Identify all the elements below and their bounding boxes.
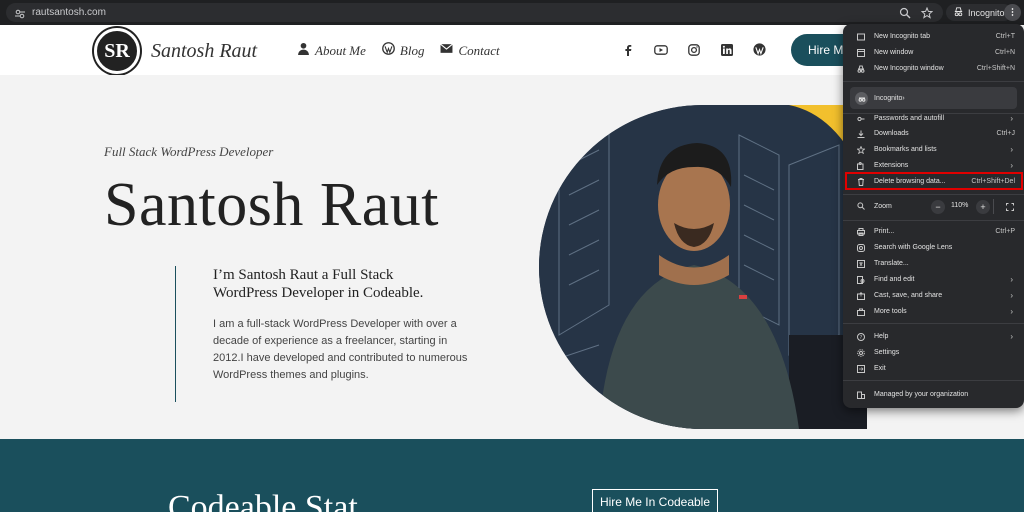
- download-icon: [857, 130, 865, 138]
- incognito-chip[interactable]: Incognito: [946, 4, 1012, 21]
- brand-name[interactable]: Santosh Raut: [151, 40, 257, 63]
- zoom-icon[interactable]: [899, 6, 911, 19]
- menu-settings[interactable]: Settings: [843, 345, 1024, 360]
- zoom-icon: [857, 201, 865, 212]
- menu-separator: [843, 220, 1024, 221]
- menu-extensions[interactable]: Extensions ›: [843, 158, 1024, 173]
- toolbox-icon: [857, 308, 865, 316]
- menu-exit[interactable]: Exit: [843, 361, 1024, 376]
- url-text: rautsantosh.com: [32, 7, 106, 18]
- menu-passwords[interactable]: Passwords and autofill ›: [843, 111, 1024, 126]
- menu-separator: [843, 81, 1024, 82]
- nav-blog[interactable]: Blog: [382, 42, 425, 59]
- menu-help[interactable]: ? Help ›: [843, 329, 1024, 344]
- share-icon: [857, 291, 865, 300]
- lens-icon: [857, 243, 865, 252]
- new-tab-icon: [857, 33, 865, 41]
- menu-cast-save-share[interactable]: Cast, save, and share ›: [843, 288, 1024, 303]
- incognito-label: Incognito: [968, 7, 1005, 18]
- user-icon: [297, 42, 310, 59]
- translate-icon: [857, 259, 865, 268]
- star-icon[interactable]: [920, 6, 934, 19]
- nav-contact[interactable]: Contact: [440, 42, 500, 59]
- zoom-out-button[interactable]: −: [931, 200, 945, 214]
- menu-new-window[interactable]: New window Ctrl+N: [843, 45, 1024, 60]
- chevron-right-icon: ›: [1010, 114, 1013, 123]
- kebab-icon: [1011, 4, 1014, 22]
- codeable-band: Codeable Stat Hire Me In Codeable: [0, 439, 1024, 512]
- menu-more-tools[interactable]: More tools ›: [843, 304, 1024, 319]
- envelope-icon: [440, 42, 454, 59]
- svg-text:?: ?: [860, 335, 863, 341]
- menu-new-incognito-window[interactable]: New Incognito window Ctrl+Shift+N: [843, 61, 1024, 76]
- wordpress-icon: [382, 42, 395, 59]
- incognito-window-icon: [857, 65, 865, 73]
- gear-icon: [857, 348, 865, 357]
- chevron-right-icon: ›: [1010, 145, 1013, 154]
- social-links: [620, 42, 767, 57]
- chevron-right-icon: ›: [1010, 275, 1013, 284]
- zoom-value: 110%: [951, 202, 969, 209]
- help-icon: ?: [857, 332, 865, 341]
- more-menu-button[interactable]: [1004, 4, 1021, 21]
- chevron-right-icon: ›: [1010, 332, 1013, 341]
- menu-bookmarks[interactable]: Bookmarks and lists ›: [843, 142, 1024, 157]
- hero-subtitle: Full Stack WordPress Developer: [104, 144, 274, 159]
- menu-separator: [843, 380, 1024, 381]
- browser-menu: New Incognito tab Ctrl+T New window Ctrl…: [843, 24, 1024, 408]
- chevron-right-icon: ›: [1010, 307, 1013, 316]
- menu-managed-by-org[interactable]: Managed by your organization: [843, 387, 1024, 402]
- key-icon: [857, 115, 865, 123]
- hero-description: I am a full-stack WordPress Developer wi…: [213, 318, 468, 381]
- highlight-box: [845, 172, 1023, 190]
- hero-title: Santosh Raut: [104, 171, 439, 239]
- browser-toolbar: rautsantosh.com Incognito: [0, 0, 1024, 25]
- menu-downloads[interactable]: Downloads Ctrl+J: [843, 126, 1024, 141]
- zoom-divider: [993, 199, 994, 214]
- profile-photo: [539, 105, 867, 429]
- menu-new-incognito-tab[interactable]: New Incognito tab Ctrl+T: [843, 29, 1024, 44]
- incognito-icon: [953, 6, 964, 19]
- menu-print[interactable]: Print... Ctrl+P: [843, 224, 1024, 239]
- printer-icon: [857, 227, 865, 236]
- menu-google-lens[interactable]: Search with Google Lens: [843, 240, 1024, 255]
- new-window-icon: [857, 48, 865, 57]
- fullscreen-icon[interactable]: [1003, 200, 1017, 214]
- chevron-right-icon: ›: [902, 94, 905, 102]
- nav-label: Contact: [458, 42, 500, 58]
- instagram-icon[interactable]: [686, 42, 701, 57]
- nav-label: About Me: [315, 42, 366, 58]
- chevron-right-icon: ›: [1010, 291, 1013, 300]
- zoom-in-button[interactable]: +: [976, 200, 990, 214]
- address-bar[interactable]: rautsantosh.com: [6, 3, 943, 22]
- hero-intro: I’m Santosh Raut a Full Stack WordPress …: [213, 267, 424, 301]
- nav-label: Blog: [399, 42, 425, 58]
- site-settings-icon[interactable]: [14, 7, 26, 19]
- menu-zoom: Zoom − 110% +: [843, 199, 1024, 214]
- star-icon: [857, 145, 865, 154]
- menu-find-edit[interactable]: Find and edit ›: [843, 272, 1024, 287]
- band-title: Codeable Stat: [168, 489, 358, 512]
- chevron-right-icon: ›: [1010, 161, 1013, 170]
- main-nav: About Me Blog Contact: [297, 42, 500, 59]
- menu-separator: [843, 323, 1024, 324]
- accent-divider: [175, 266, 176, 402]
- youtube-icon[interactable]: [653, 42, 668, 57]
- puzzle-icon: [857, 161, 865, 170]
- screen: rautsantosh.com Incognito SR Santosh Rau…: [0, 0, 1024, 512]
- facebook-icon[interactable]: [620, 42, 635, 57]
- incognito-avatar-icon: [855, 91, 868, 105]
- menu-incognito-profile[interactable]: Incognito ›: [850, 87, 1017, 109]
- menu-separator: [843, 194, 1024, 195]
- building-icon: [857, 391, 865, 399]
- wordpress-icon[interactable]: [752, 42, 767, 57]
- site-logo[interactable]: SR: [94, 28, 140, 74]
- find-icon: [857, 275, 865, 284]
- menu-translate[interactable]: Translate...: [843, 256, 1024, 271]
- hire-me-codeable-button[interactable]: Hire Me In Codeable: [592, 489, 718, 512]
- exit-icon: [857, 364, 865, 373]
- linkedin-icon[interactable]: [719, 42, 734, 57]
- nav-about-me[interactable]: About Me: [297, 42, 366, 59]
